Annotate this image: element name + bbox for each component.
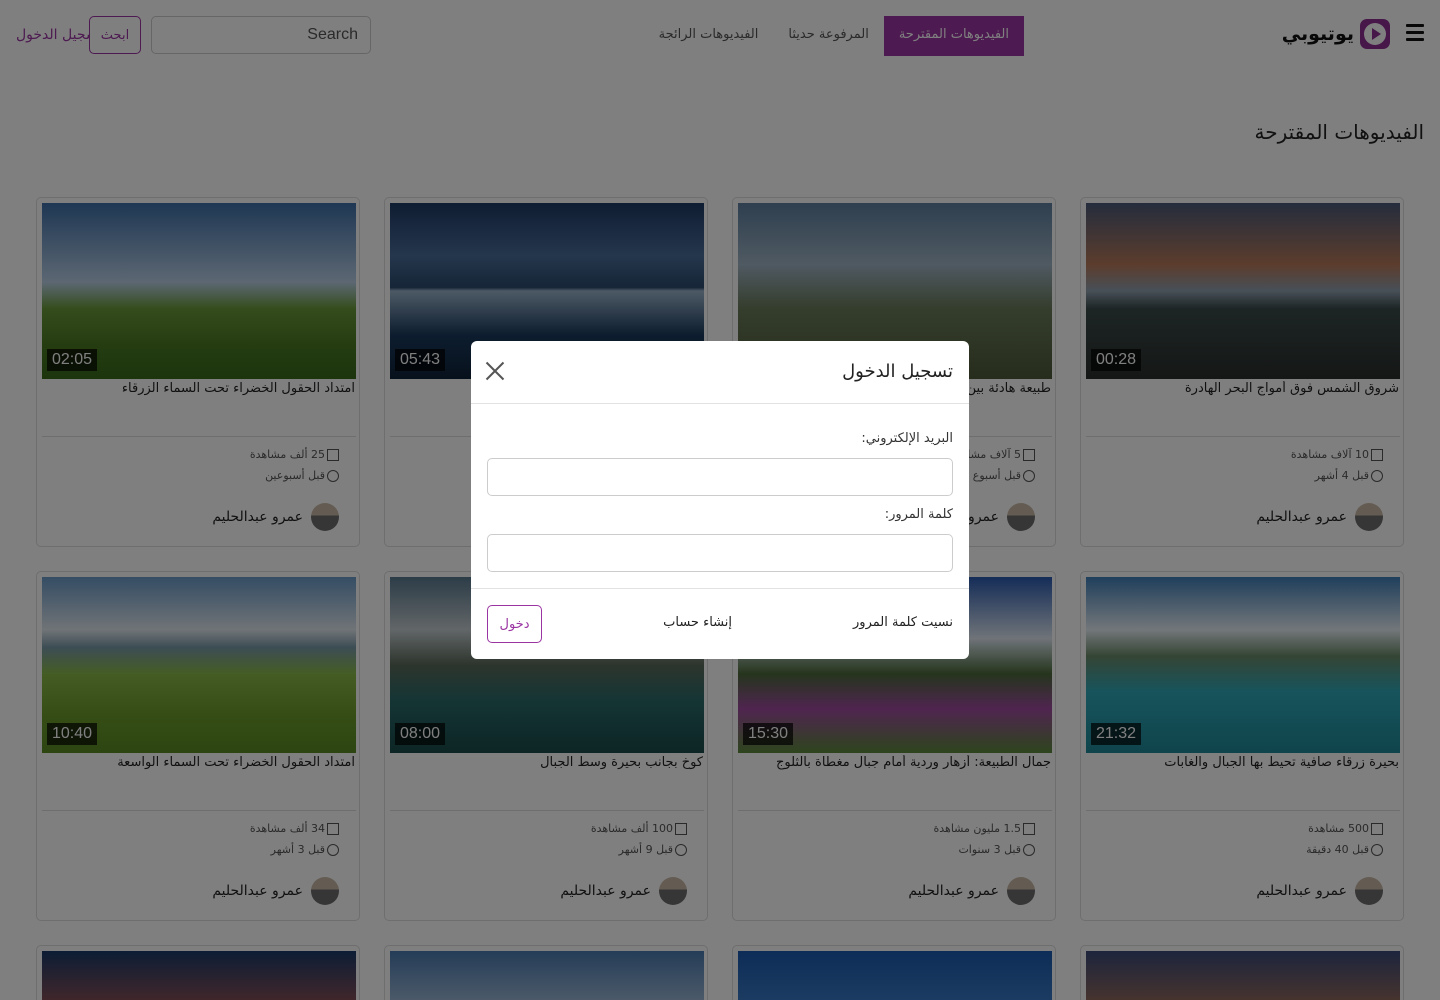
create-account-link[interactable]: إنشاء حساب <box>663 615 732 630</box>
modal-header: تسجيل الدخول <box>471 341 969 404</box>
login-modal: تسجيل الدخول البريد الإلكتروني: كلمة الم… <box>471 341 969 659</box>
forgot-password-link[interactable]: نسيت كلمة المرور <box>853 615 953 630</box>
email-label: البريد الإلكتروني: <box>861 431 953 446</box>
email-field[interactable] <box>487 458 953 496</box>
close-icon[interactable] <box>485 361 505 381</box>
modal-title: تسجيل الدخول <box>842 361 953 382</box>
modal-footer: نسيت كلمة المرور إنشاء حساب دخول <box>471 588 969 659</box>
password-field[interactable] <box>487 534 953 572</box>
password-label: كلمة المرور: <box>884 507 953 522</box>
login-submit-button[interactable]: دخول <box>487 605 542 643</box>
